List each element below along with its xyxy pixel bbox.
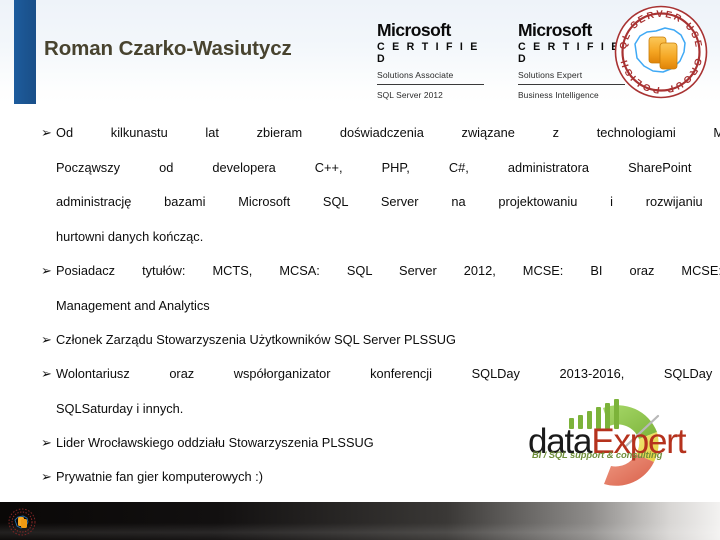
badge-brand: Microsoft [518,20,592,40]
badge-level: Solutions Expert [518,70,625,85]
dataexpert-tagline: BI / SQL support & consulting [532,449,663,460]
bullet-line: administrację bazami Microsoft SQL Serve… [56,194,720,209]
badge-mcse: Microsoft C E R T I F I E D Solutions Ex… [518,20,625,100]
bullet-line: Od kilkunastu lat zbieram doświadczenia … [56,125,720,140]
badge-mcsa: Microsoft C E R T I F I E D Solutions As… [377,20,484,100]
slide-header: Roman Czarko-Wasiutycz Microsoft C E R T… [0,0,720,104]
badge-certified-label: C E R T I F I E D [377,40,480,65]
badge-product: SQL Server 2012 [377,89,443,100]
certification-badges: Microsoft C E R T I F I E D Solutions As… [377,20,625,100]
badge-certified-label: C E R T I F I E D [518,40,621,65]
bullet-marker-icon: ➢ [41,469,52,484]
bullet-marker-icon: ➢ [41,435,52,450]
slide-footer [0,502,720,540]
bullet-marker-icon: ➢ [41,125,52,140]
bullet-line: hurtowni danych kończąc. [56,228,204,244]
slide: Roman Czarko-Wasiutycz Microsoft C E R T… [0,0,720,540]
bullet-item-2: ➢ Posiadacz tytułów: MCTS, MCSA: SQL Ser… [0,254,720,323]
bullet-line: Wolontariusz oraz współorganizator konfe… [56,366,720,381]
bullet-line: Posiadacz tytułów: MCTS, MCSA: SQL Serve… [56,263,720,278]
plssug-footer-logo [8,508,36,536]
badge-brand: Microsoft [377,20,451,40]
dataexpert-logo: dataExpert BI / SQL support & consulting [508,396,714,494]
bullet-marker-icon: ➢ [41,263,52,278]
bullet-line: Management and Analytics [56,297,210,313]
badge-level: Solutions Associate [377,70,484,85]
bullet-line: Począwszy od developera C++, PHP, C#, ad… [56,159,720,175]
bullet-marker-icon: ➢ [41,332,52,347]
footer-sheen [0,502,720,540]
header-accent-bar [14,0,36,104]
bullet-item-1: ➢ Od kilkunastu lat zbieram doświadczeni… [0,116,720,254]
bullet-item-3: ➢ Członek Zarządu Stowarzyszenia Użytkow… [0,323,720,358]
bullet-marker-icon: ➢ [41,366,52,381]
page-title: Roman Czarko-Wasiutycz [44,37,292,60]
badge-product: Business Intelligence [518,89,599,100]
bullet-line: Członek Zarządu Stowarzyszenia Użytkowni… [56,332,456,347]
polish-sql-server-user-group-logo: SQL SERVER USER GROUP POLISH [613,4,708,99]
